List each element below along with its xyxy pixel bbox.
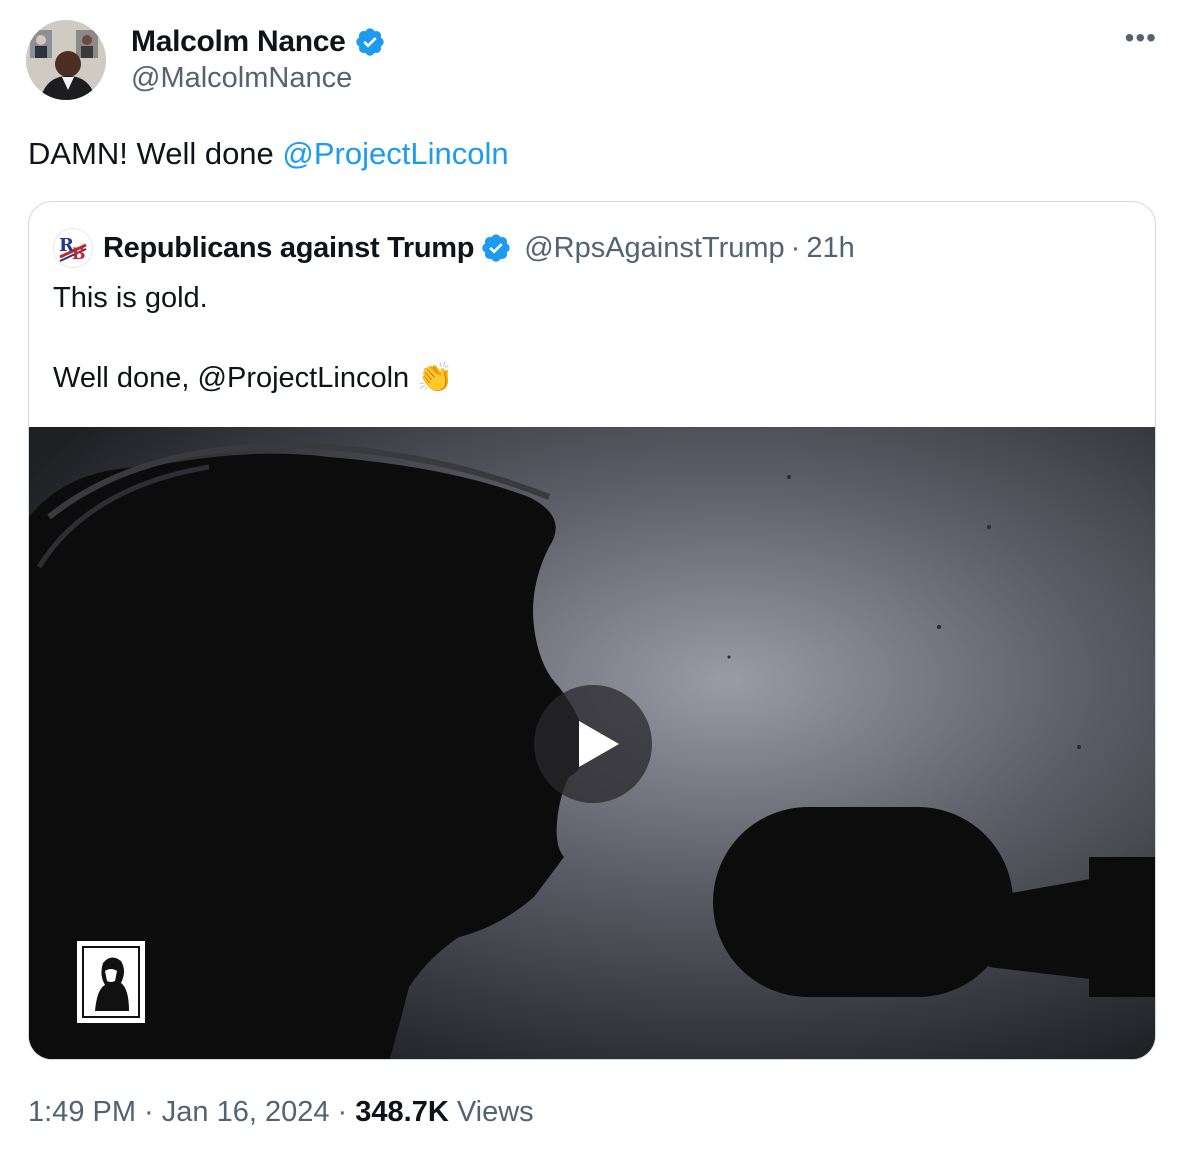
quoted-verified-badge-icon[interactable] (480, 232, 512, 264)
author-name[interactable]: Malcolm Nance (131, 25, 346, 59)
quoted-author-handle[interactable]: @RpsAgainstTrump (524, 232, 784, 265)
author-name-row: Malcolm Nance (131, 22, 386, 62)
quoted-author-name[interactable]: Republicans against Trump (103, 232, 474, 265)
verified-badge-icon[interactable] (354, 26, 386, 58)
author-block: Malcolm Nance @MalcolmNance (131, 22, 386, 95)
tweet-text-body: DAMN! Well done (28, 136, 283, 171)
tweet-meta: 1:49 PM · Jan 16, 2024 · 348.7K Views (28, 1096, 534, 1129)
quoted-timestamp[interactable]: 21h (806, 232, 854, 265)
avatar-image (26, 20, 106, 100)
tweet-date[interactable]: Jan 16, 2024 (162, 1096, 330, 1128)
tweet-text: DAMN! Well done @ProjectLincoln (28, 134, 509, 174)
more-icon[interactable]: ••• (1125, 22, 1157, 54)
svg-text:B: B (72, 244, 86, 263)
tweet-mention-link[interactable]: @ProjectLincoln (282, 136, 508, 171)
views-count: 348.7K (355, 1096, 449, 1128)
quoted-avatar-logo-icon: R B (54, 229, 92, 267)
tweet: Malcolm Nance @MalcolmNance ••• DAMN! We… (0, 0, 1187, 1163)
play-icon (579, 721, 619, 767)
lincoln-watermark-logo-icon (77, 941, 145, 1023)
views-label: Views (448, 1096, 534, 1128)
quoted-text-line-2: Well done, @ProjectLincoln 👏 (53, 362, 454, 394)
meta-separator: · (136, 1096, 162, 1128)
play-button[interactable] (534, 685, 652, 803)
author-avatar[interactable] (26, 20, 106, 100)
meta-separator: · (329, 1096, 356, 1128)
quoted-text-line-1: This is gold. (53, 282, 208, 314)
quoted-tweet[interactable]: R B Republicans against Trump @RpsAgains… (28, 201, 1156, 1060)
quoted-text: This is gold. Well done, @ProjectLincoln… (53, 278, 453, 398)
quoted-header: R B Republicans against Trump @RpsAgains… (53, 228, 855, 268)
quoted-separator: · (790, 231, 801, 264)
quoted-avatar[interactable]: R B (53, 228, 93, 268)
tweet-time[interactable]: 1:49 PM (28, 1096, 136, 1128)
author-handle[interactable]: @MalcolmNance (131, 62, 386, 95)
video-player[interactable] (29, 427, 1155, 1059)
